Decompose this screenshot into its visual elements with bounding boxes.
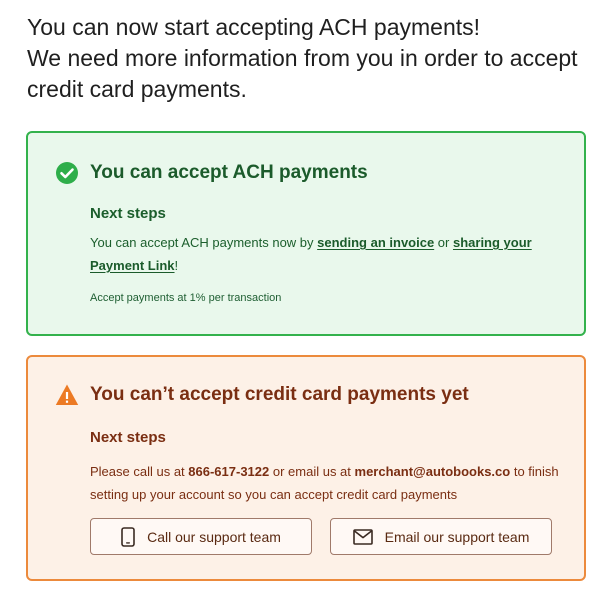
ach-card-title: You can accept ACH payments xyxy=(90,162,368,183)
headline-line-1: You can now start accepting ACH payments… xyxy=(27,14,481,40)
cc-next-steps-text: Please call us at 866-617-3122 or email … xyxy=(90,460,570,506)
cc-card-title: You can’t accept credit card payments ye… xyxy=(90,384,469,405)
support-phone-number: 866-617-3122 xyxy=(188,464,270,479)
cc-body-prefix: Please call us at xyxy=(90,464,189,479)
ach-next-steps-text: You can accept ACH payments now by sendi… xyxy=(90,231,560,277)
ach-status-card: You can accept ACH payments Next steps Y… xyxy=(26,131,586,336)
call-support-button[interactable]: Call our support team xyxy=(90,518,312,555)
cc-card-header: You can’t accept credit card payments ye… xyxy=(55,383,469,407)
ach-body-suffix: ! xyxy=(174,258,179,273)
ach-fee-note: Accept payments at 1% per transaction xyxy=(90,292,282,304)
email-support-button[interactable]: Email our support team xyxy=(330,518,552,555)
warning-triangle-icon xyxy=(55,383,79,407)
ach-body-prefix: You can accept ACH payments now by xyxy=(90,235,318,250)
cc-body-middle: or email us at xyxy=(269,464,355,479)
email-support-label: Email our support team xyxy=(384,528,530,545)
support-email-address: merchant@autobooks.co xyxy=(354,464,511,479)
mail-icon xyxy=(352,527,373,547)
ach-body-or: or xyxy=(434,235,453,250)
ach-card-header: You can accept ACH payments xyxy=(55,161,368,185)
phone-icon xyxy=(121,526,135,547)
page-headline: You can now start accepting ACH payments… xyxy=(27,12,602,105)
credit-card-status-card: You can’t accept credit card payments ye… xyxy=(26,355,586,581)
check-circle-icon xyxy=(55,161,79,185)
ach-next-steps-heading: Next steps xyxy=(90,205,166,222)
headline-line-2: We need more information from you in ord… xyxy=(27,45,578,71)
call-support-label: Call our support team xyxy=(147,528,281,545)
send-invoice-link[interactable]: sending an invoice xyxy=(317,235,434,250)
headline-line-3: credit card payments. xyxy=(27,76,247,102)
cc-next-steps-heading: Next steps xyxy=(90,429,166,446)
